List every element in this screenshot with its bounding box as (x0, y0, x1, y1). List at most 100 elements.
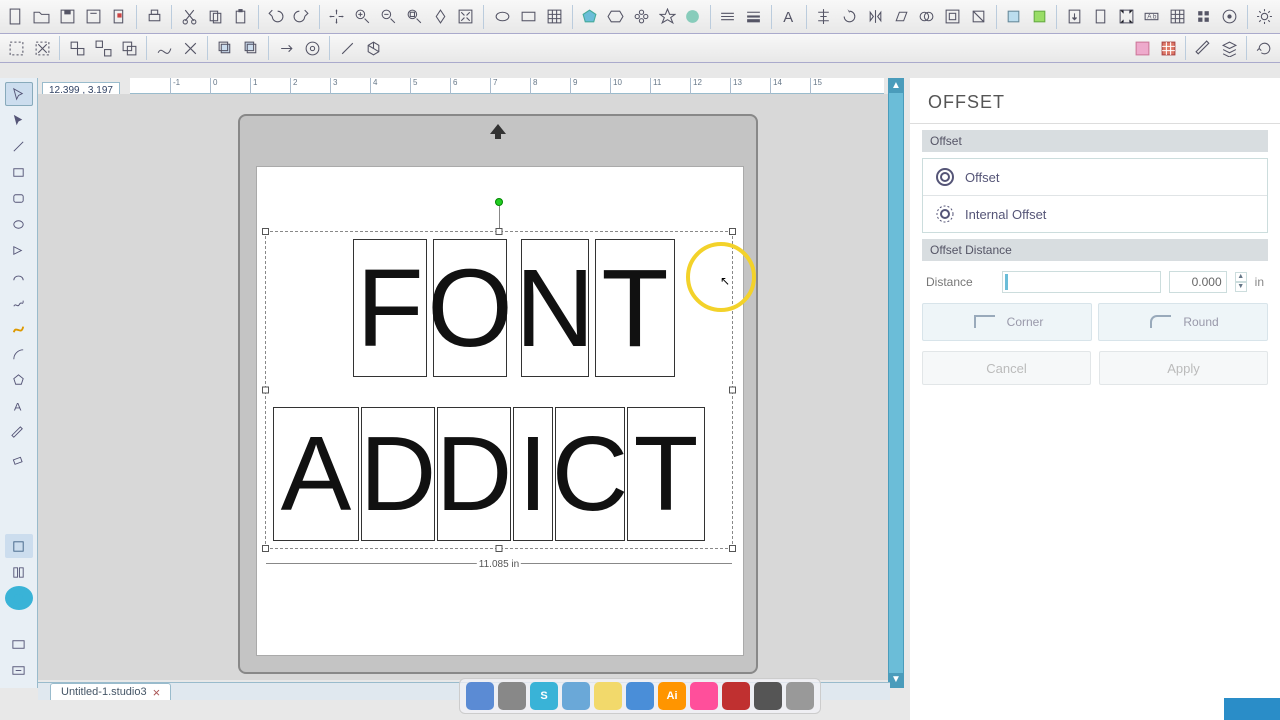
icon-pink[interactable] (1130, 36, 1154, 60)
pan-icon[interactable] (325, 5, 349, 29)
mirror-icon[interactable] (863, 5, 887, 29)
fill-green-icon[interactable] (1028, 5, 1052, 29)
save-as-icon[interactable] (82, 5, 106, 29)
apply-button[interactable]: Apply (1099, 351, 1268, 385)
text-icon[interactable]: A (777, 5, 801, 29)
dock-app[interactable]: S (530, 682, 558, 710)
cancel-button[interactable]: Cancel (922, 351, 1091, 385)
brush-icon[interactable] (335, 36, 359, 60)
smooth-tool-icon[interactable] (5, 316, 33, 340)
rotation-handle[interactable] (495, 198, 503, 206)
ellipse-tool-icon[interactable] (5, 212, 33, 236)
corner-style-round[interactable]: Round (1098, 303, 1268, 341)
refresh-icon[interactable] (1252, 36, 1276, 60)
redo-icon[interactable] (290, 5, 314, 29)
dock-app[interactable] (690, 682, 718, 710)
icon-redgrid[interactable] (1156, 36, 1180, 60)
text-tool-icon[interactable]: A (5, 394, 33, 418)
skew-icon[interactable] (889, 5, 913, 29)
corner-style-corner[interactable]: Corner (922, 303, 1092, 341)
target-icon[interactable] (300, 36, 324, 60)
line-tool-icon[interactable] (5, 134, 33, 158)
dock-app[interactable] (754, 682, 782, 710)
dock-app[interactable] (786, 682, 814, 710)
rotate-icon[interactable] (837, 5, 861, 29)
vertical-scrollbar[interactable]: ▲ ▼ (888, 78, 904, 688)
reg-marks-icon[interactable] (1114, 5, 1138, 29)
draw-tool-icon[interactable] (5, 420, 33, 444)
zoom-in-icon[interactable] (351, 5, 375, 29)
settings-icon[interactable] (1253, 5, 1277, 29)
select-tool-icon[interactable] (5, 82, 33, 106)
shape-circle-filled-icon[interactable] (681, 5, 705, 29)
back-icon[interactable] (239, 36, 263, 60)
regpoly-tool-icon[interactable] (5, 368, 33, 392)
undo-icon[interactable] (264, 5, 288, 29)
rrect-tool-icon[interactable] (5, 186, 33, 210)
shape-pentagon-icon[interactable] (578, 5, 602, 29)
save-icon[interactable] (56, 5, 80, 29)
path-icon[interactable] (152, 36, 176, 60)
fill-icon[interactable] (1002, 5, 1026, 29)
library-icon[interactable] (1192, 5, 1216, 29)
select-all-icon[interactable] (4, 36, 28, 60)
send-nav-icon[interactable] (5, 658, 33, 682)
dock-app[interactable]: Ai (658, 682, 686, 710)
option-internal-offset[interactable]: Internal Offset (923, 195, 1267, 232)
text-addict[interactable]: A D D I C T (273, 407, 705, 541)
compound-icon[interactable] (117, 36, 141, 60)
polygon-tool-icon[interactable] (5, 238, 33, 262)
spin-down-icon[interactable]: ▼ (1235, 282, 1247, 292)
arc-tool-icon[interactable] (5, 342, 33, 366)
fit-page-icon[interactable] (428, 5, 452, 29)
close-tab-icon[interactable]: × (153, 685, 161, 700)
distance-input[interactable] (1169, 271, 1227, 293)
cut-icon[interactable] (177, 5, 201, 29)
design-nav-icon[interactable] (5, 632, 33, 656)
eraser-tool-icon[interactable] (5, 446, 33, 470)
shape-flower-icon[interactable] (629, 5, 653, 29)
scroll-up-icon[interactable]: ▲ (889, 79, 903, 93)
dock-app[interactable] (562, 682, 590, 710)
store-icon[interactable] (1218, 5, 1242, 29)
canvas[interactable]: 11.085 in F O N T A D D I C T ↖ (38, 94, 900, 680)
break-icon[interactable] (178, 36, 202, 60)
spin-up-icon[interactable]: ▲ (1235, 272, 1247, 282)
freehand-tool-icon[interactable] (5, 290, 33, 314)
close-doc-icon[interactable] (108, 5, 132, 29)
print-icon[interactable] (142, 5, 166, 29)
rect-tool-icon[interactable] (5, 160, 33, 184)
dock-app[interactable] (498, 682, 526, 710)
document-tab[interactable]: Untitled-1.studio3 × (50, 683, 171, 700)
group-icon[interactable] (65, 36, 89, 60)
shape-star-icon[interactable] (655, 5, 679, 29)
dock-app[interactable] (722, 682, 750, 710)
fit-screen-icon[interactable] (454, 5, 478, 29)
layer-icon[interactable] (1217, 36, 1241, 60)
align-icon[interactable] (812, 5, 836, 29)
text-font[interactable]: F O N T (353, 239, 675, 377)
line-style-icon[interactable] (716, 5, 740, 29)
option-offset[interactable]: Offset (923, 159, 1267, 195)
copy-icon[interactable] (203, 5, 227, 29)
shape-rect-icon[interactable] (517, 5, 541, 29)
store-nav-icon[interactable] (5, 534, 33, 558)
shape-hexagon-icon[interactable] (603, 5, 627, 29)
open-icon[interactable] (30, 5, 54, 29)
paste-icon[interactable] (229, 5, 253, 29)
new-icon[interactable] (4, 5, 28, 29)
grid-icon[interactable] (1166, 5, 1190, 29)
dock-app[interactable] (466, 682, 494, 710)
pen2-icon[interactable] (1191, 36, 1215, 60)
weld-icon[interactable] (915, 5, 939, 29)
shape-oval-icon[interactable] (491, 5, 515, 29)
dock-app[interactable] (594, 682, 622, 710)
zoom-out-icon[interactable] (376, 5, 400, 29)
distance-slider[interactable] (1002, 271, 1161, 293)
offset-icon[interactable] (941, 5, 965, 29)
library-nav-icon[interactable] (5, 560, 33, 584)
front-icon[interactable] (213, 36, 237, 60)
cloud-nav-icon[interactable] (5, 586, 33, 610)
curve-tool-icon[interactable] (5, 264, 33, 288)
zoom-sel-icon[interactable] (402, 5, 426, 29)
